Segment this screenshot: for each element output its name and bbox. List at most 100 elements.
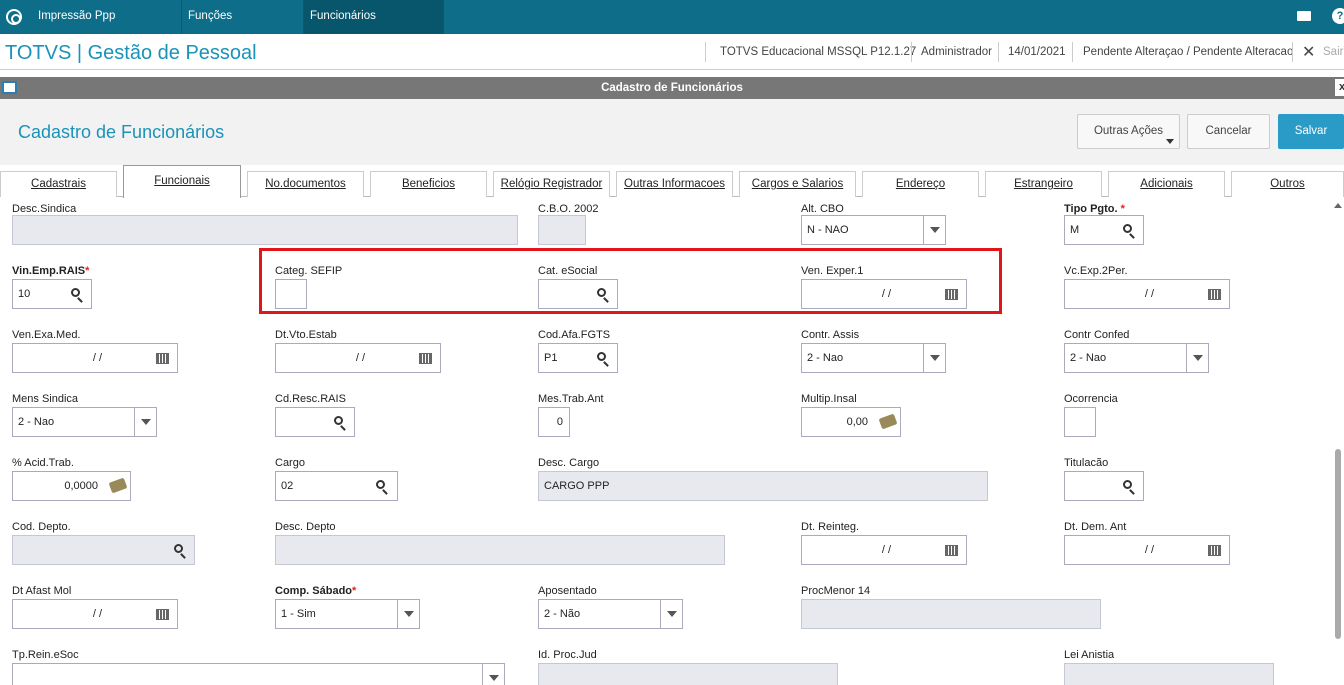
user-label: Administrador — [921, 46, 992, 58]
currency-icon[interactable] — [878, 413, 898, 430]
chevron-down-icon[interactable] — [482, 664, 504, 685]
alt-cbo-label: Alt. CBO — [801, 203, 844, 215]
search-icon[interactable] — [71, 288, 80, 297]
contr-confed-select[interactable]: 2 - Nao — [1064, 343, 1209, 373]
form-close-button[interactable]: x — [1335, 79, 1344, 96]
app-header: TOTVS | Gestão de Pessoal TOTVS Educacio… — [0, 34, 1344, 70]
calendar-icon[interactable] — [1208, 545, 1221, 556]
dt-dem-ant-date[interactable]: / / — [1064, 535, 1230, 565]
search-icon[interactable] — [597, 352, 606, 361]
search-icon[interactable] — [376, 480, 385, 489]
calendar-icon[interactable] — [419, 353, 432, 364]
cargo-label: Cargo — [275, 457, 305, 469]
desc-cargo-field: CARGO PPP — [538, 471, 988, 501]
calendar-icon[interactable] — [156, 609, 169, 620]
tab-endereco[interactable]: Endereço — [862, 171, 979, 197]
aposentado-select[interactable]: 2 - Não — [538, 599, 683, 629]
search-icon[interactable] — [174, 544, 183, 553]
vin-emp-rais-field[interactable]: 10 — [12, 279, 92, 309]
cod-depto-label: Cod. Depto. — [12, 521, 71, 533]
titulacao-field[interactable] — [1064, 471, 1144, 501]
date-label: 14/01/2021 — [1008, 46, 1066, 58]
tipo-pgto-label: Tipo Pgto. * — [1064, 203, 1125, 215]
tab-funcionais[interactable]: Funcionais — [123, 165, 241, 198]
tab-outros[interactable]: Outros — [1231, 171, 1344, 197]
ocorrencia-field[interactable] — [1064, 407, 1096, 437]
totvs-logo-icon[interactable] — [6, 9, 22, 25]
dt-vto-estab-date[interactable]: / / — [275, 343, 441, 373]
highlight-box — [259, 248, 1002, 314]
cbo-2002-field — [538, 215, 586, 245]
tab-outras-informacoes[interactable]: Outras Informacoes — [616, 171, 733, 197]
dt-vto-estab-value: / / — [355, 352, 366, 364]
mail-icon[interactable] — [1297, 11, 1311, 21]
search-icon[interactable] — [1123, 480, 1132, 489]
window-tab-funcoes[interactable]: Funções [02.9.0007]✕ — [182, 0, 304, 55]
form-window-icon[interactable] — [2, 81, 17, 94]
cd-resc-rais-field[interactable] — [275, 407, 355, 437]
tab-no-documentos[interactable]: No.documentos — [247, 171, 364, 197]
cancel-button[interactable]: Cancelar — [1187, 114, 1270, 149]
contr-confed-value: 2 - Nao — [1070, 352, 1107, 364]
proc-menor-14-label: ProcMenor 14 — [801, 585, 871, 597]
dt-afast-mol-label: Dt Afast Mol — [12, 585, 72, 597]
ven-exa-med-date[interactable]: / / — [12, 343, 178, 373]
more-actions-button[interactable]: Outras Ações — [1077, 114, 1180, 149]
required-mark: * — [352, 585, 357, 597]
contr-assis-label: Contr. Assis — [801, 329, 860, 341]
scrollbar-thumb[interactable] — [1335, 449, 1341, 639]
acid-trab-field[interactable]: 0,0000 — [12, 471, 131, 501]
chevron-down-icon[interactable] — [134, 408, 156, 436]
close-icon[interactable]: ✕ — [1302, 42, 1315, 62]
chevron-down-icon[interactable] — [1186, 344, 1208, 372]
chevron-down-icon[interactable] — [397, 600, 419, 628]
tipo-pgto-label-text: Tipo Pgto. — [1064, 203, 1118, 215]
tab-beneficios[interactable]: Beneficios — [370, 171, 487, 197]
mens-sindica-select[interactable]: 2 - Nao — [12, 407, 157, 437]
tab-adicionais[interactable]: Adicionais — [1108, 171, 1225, 197]
cbo-2002-label: C.B.O. 2002 — [538, 203, 599, 215]
save-button[interactable]: Salvar — [1278, 114, 1344, 149]
currency-icon[interactable] — [108, 477, 128, 494]
tp-rein-esoc-select[interactable] — [12, 663, 505, 685]
desc-sindica-label: Desc.Sindica — [12, 203, 77, 215]
dt-dem-ant-label: Dt. Dem. Ant — [1064, 521, 1127, 533]
chevron-down-icon[interactable] — [923, 216, 945, 244]
cargo-field[interactable]: 02 — [275, 471, 398, 501]
chevron-down-icon[interactable] — [923, 344, 945, 372]
chevron-down-icon[interactable] — [660, 600, 682, 628]
dt-afast-mol-date[interactable]: / / — [12, 599, 178, 629]
contr-assis-select[interactable]: 2 - Nao — [801, 343, 946, 373]
tipo-pgto-field[interactable]: M — [1064, 215, 1144, 245]
exit-link[interactable]: Sair — [1323, 46, 1343, 58]
mes-trab-ant-field[interactable]: 0 — [538, 407, 570, 437]
tab-cargos-e-salarios[interactable]: Cargos e Salarios — [739, 171, 856, 197]
vertical-scrollbar[interactable] — [1332, 197, 1344, 685]
cod-afa-fgts-field[interactable]: P1 — [538, 343, 618, 373]
alt-cbo-select[interactable]: N - NAO — [801, 215, 946, 245]
divider — [1072, 42, 1073, 62]
acid-trab-label: % Acid.Trab. — [12, 457, 74, 469]
search-icon[interactable] — [1123, 224, 1132, 233]
vc-exp-2per-date[interactable]: / / — [1064, 279, 1230, 309]
multip-insal-field[interactable]: 0,00 — [801, 407, 901, 437]
window-tab-impressao-ppp[interactable]: Impressão Ppp [02.9.0007]✕ — [32, 0, 182, 55]
tab-estrangeiro[interactable]: Estrangeiro — [985, 171, 1102, 197]
proc-menor-14-field — [801, 599, 1101, 629]
dt-reinteg-date[interactable]: / / — [801, 535, 967, 565]
tab-cadastrais[interactable]: Cadastrais — [0, 171, 117, 197]
form-window-bar: Cadastro de Funcionários x — [0, 77, 1344, 99]
tab-relogio-registrador[interactable]: Relógio Registrador — [493, 171, 610, 197]
vin-emp-rais-label-text: Vin.Emp.RAIS — [12, 265, 86, 277]
comp-sabado-select[interactable]: 1 - Sim — [275, 599, 420, 629]
mens-sindica-label: Mens Sindica — [12, 393, 79, 405]
scroll-up-icon[interactable] — [1334, 203, 1342, 208]
search-icon[interactable] — [334, 416, 343, 425]
comp-sabado-label: Comp. Sábado* — [275, 585, 356, 597]
calendar-icon[interactable] — [1208, 289, 1221, 300]
calendar-icon[interactable] — [156, 353, 169, 364]
desc-cargo-label: Desc. Cargo — [538, 457, 600, 469]
calendar-icon[interactable] — [945, 545, 958, 556]
window-tab-funcionarios[interactable]: Funcionários [02.9.0007]✕ — [304, 0, 444, 55]
help-icon[interactable]: ? — [1332, 8, 1344, 24]
